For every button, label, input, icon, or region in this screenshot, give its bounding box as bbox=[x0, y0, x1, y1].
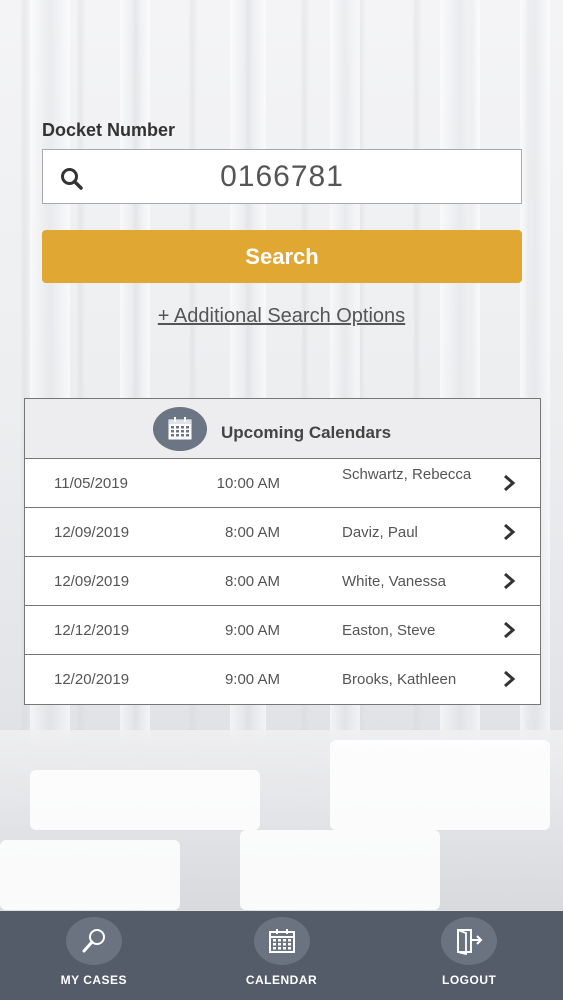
calendar-row[interactable]: 12/20/2019 9:00 AM Brooks, Kathleen bbox=[25, 655, 540, 704]
magnifier-icon bbox=[65, 917, 122, 965]
nav-calendar-label: CALENDAR bbox=[245, 973, 318, 987]
calendar-row-date: 12/20/2019 bbox=[54, 671, 130, 688]
calendar-icon bbox=[153, 407, 207, 451]
calendar-row-name: Schwartz, Rebecca bbox=[342, 466, 472, 483]
additional-search-options-link[interactable]: + Additional Search Options bbox=[0, 305, 563, 328]
chevron-right-icon bbox=[504, 523, 516, 541]
nav-calendar[interactable]: CALENDAR bbox=[188, 911, 376, 1000]
docket-number-input[interactable] bbox=[43, 150, 521, 203]
search-icon bbox=[61, 168, 83, 190]
search-button[interactable]: Search bbox=[42, 230, 522, 283]
calendar-row-name: Daviz, Paul bbox=[342, 524, 418, 541]
calendar-title: Upcoming Calendars bbox=[221, 423, 392, 442]
background-base bbox=[0, 730, 563, 910]
docket-number-label: Docket Number bbox=[42, 120, 176, 140]
calendar-row[interactable]: 12/09/2019 8:00 AM White, Vanessa bbox=[25, 557, 540, 606]
chevron-right-icon bbox=[504, 474, 516, 492]
calendar-row-time: 8:00 AM bbox=[224, 573, 280, 590]
calendar-row[interactable]: 12/12/2019 9:00 AM Easton, Steve bbox=[25, 606, 540, 655]
chevron-right-icon bbox=[504, 670, 516, 688]
calendar-row-time: 8:00 AM bbox=[224, 524, 280, 541]
calendar-row-time: 9:00 AM bbox=[224, 622, 280, 639]
calendar-row[interactable]: 11/05/2019 10:00 AM Schwartz, Rebecca bbox=[25, 459, 540, 508]
chevron-right-icon bbox=[504, 621, 516, 639]
nav-my-cases[interactable]: MY CASES bbox=[0, 911, 188, 1000]
calendar-row-time: 10:00 AM bbox=[216, 475, 280, 492]
calendar-row-name: Brooks, Kathleen bbox=[342, 671, 457, 688]
calendar-row-name: Easton, Steve bbox=[342, 622, 436, 639]
calendar-header: Upcoming Calendars bbox=[25, 399, 540, 459]
docket-search-box[interactable] bbox=[42, 149, 522, 204]
upcoming-calendars-panel: Upcoming Calendars 11/05/2019 10:00 AM S… bbox=[24, 398, 541, 705]
calendar-icon bbox=[253, 917, 310, 965]
calendar-row-date: 11/05/2019 bbox=[54, 475, 128, 492]
calendar-row-name: White, Vanessa bbox=[342, 573, 446, 590]
calendar-row[interactable]: 12/09/2019 8:00 AM Daviz, Paul bbox=[25, 508, 540, 557]
nav-logout[interactable]: LOGOUT bbox=[375, 911, 563, 1000]
logout-icon bbox=[441, 917, 498, 965]
calendar-row-date: 12/09/2019 bbox=[54, 573, 130, 590]
bottom-nav: MY CASES CALENDAR LOGOUT bbox=[0, 911, 563, 1000]
calendar-row-date: 12/09/2019 bbox=[54, 524, 130, 541]
nav-my-cases-label: MY CASES bbox=[60, 973, 128, 987]
nav-logout-label: LOGOUT bbox=[442, 973, 497, 987]
calendar-row-time: 9:00 AM bbox=[224, 671, 280, 688]
calendar-row-date: 12/12/2019 bbox=[54, 622, 130, 639]
chevron-right-icon bbox=[504, 572, 516, 590]
